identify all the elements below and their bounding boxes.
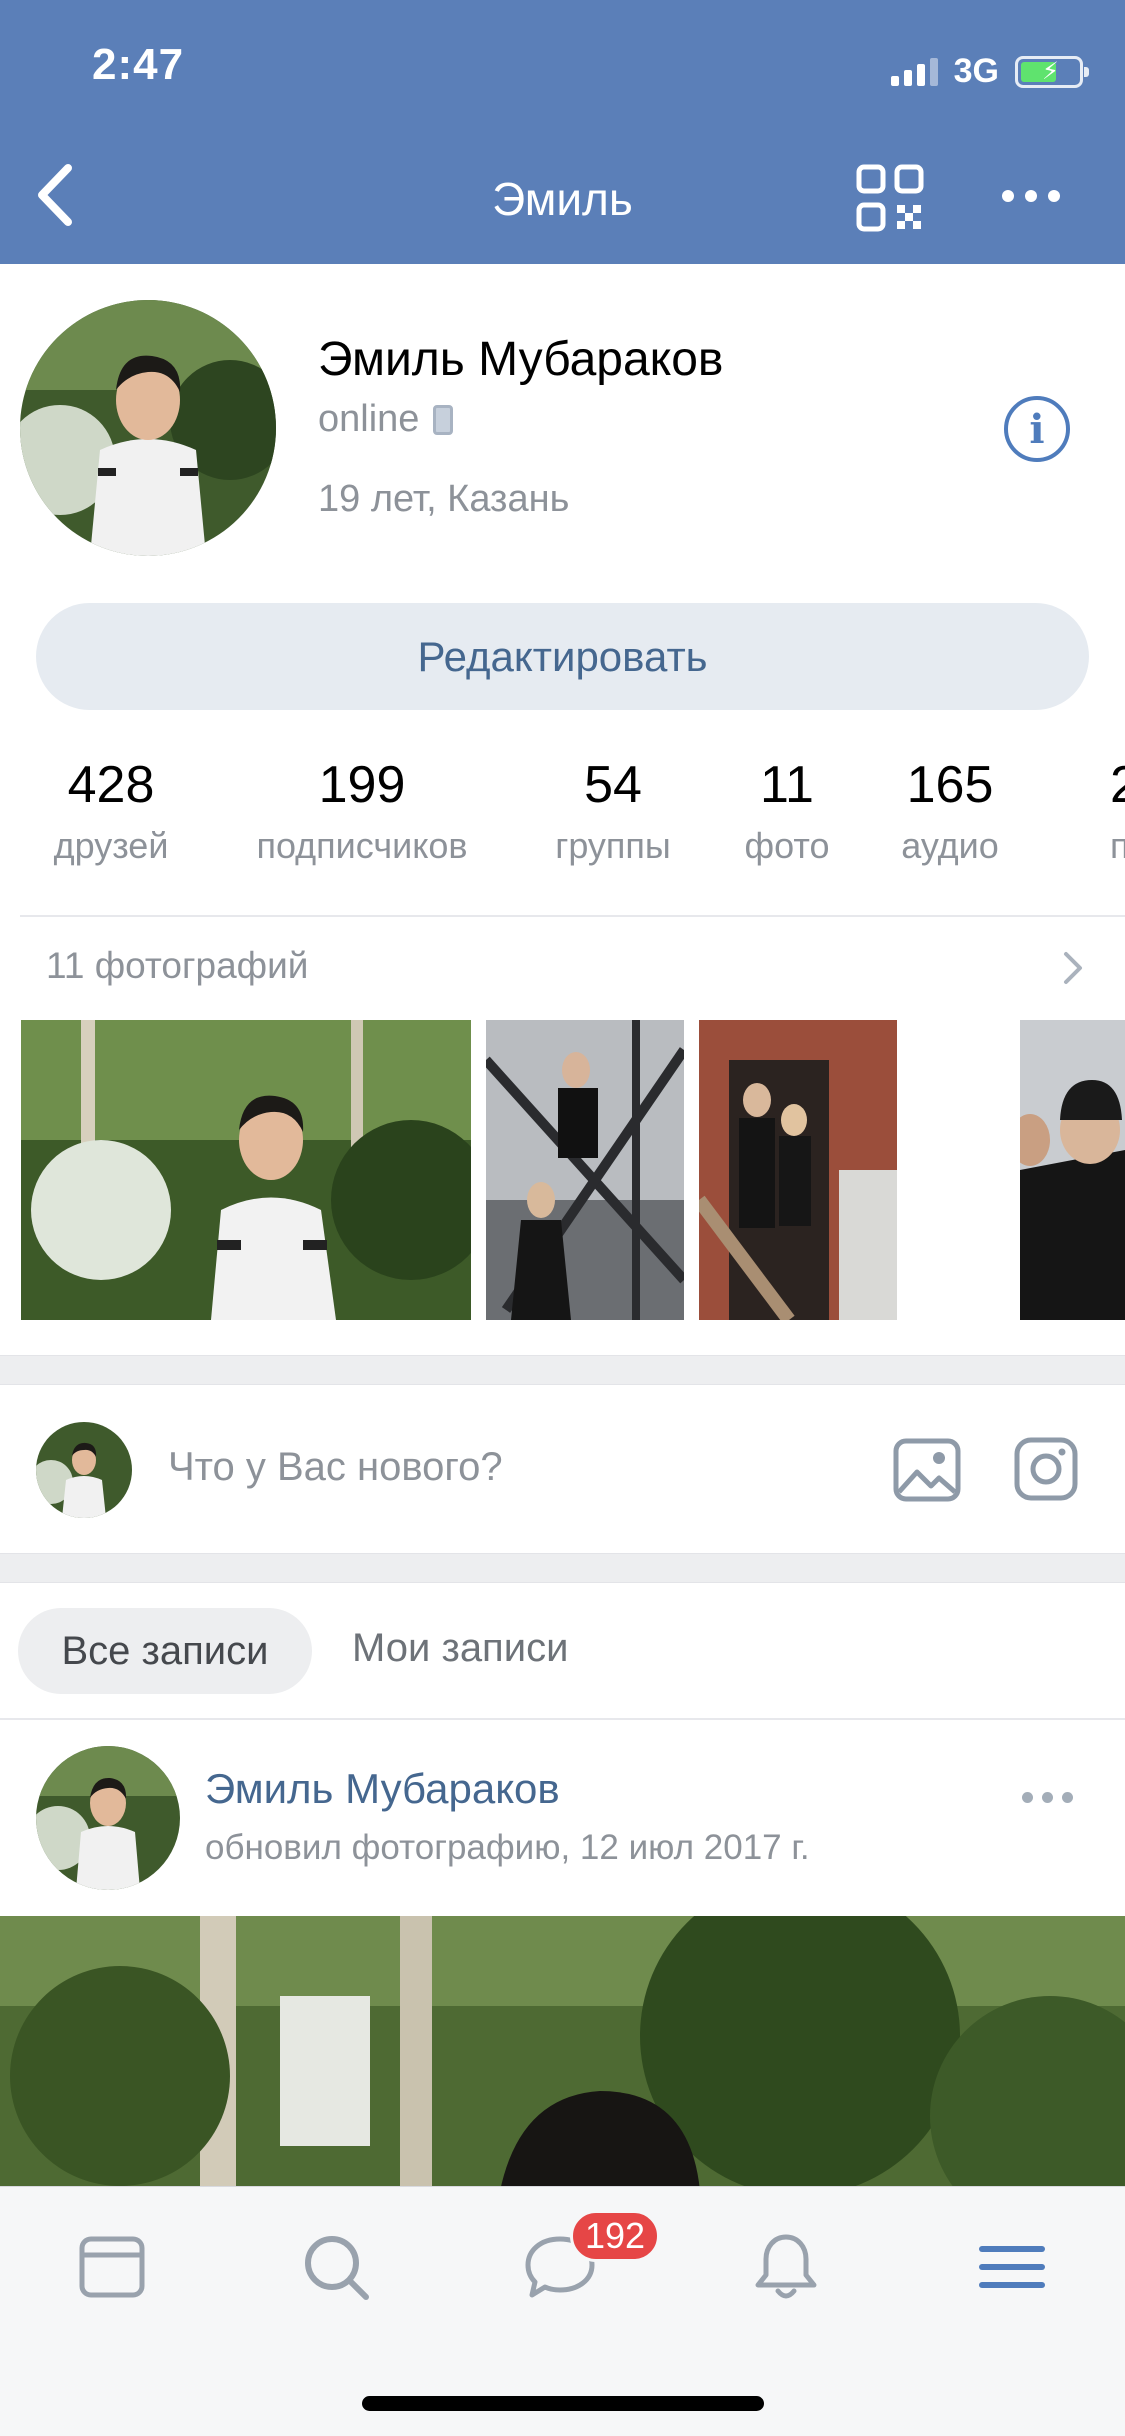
counter-followers[interactable]: 199 подписчиков [256, 755, 467, 867]
counter-label: группы [555, 825, 671, 866]
post-author-avatar[interactable] [36, 1746, 180, 1890]
news-icon[interactable] [72, 2227, 152, 2307]
post-author-name[interactable]: Эмиль Мубараков [205, 1765, 560, 1813]
more-icon[interactable] [1002, 190, 1060, 202]
composer-avatar [36, 1422, 132, 1518]
photo-thumbnail[interactable] [486, 1020, 684, 1320]
new-post-input[interactable]: Что у Вас нового? [168, 1445, 503, 1490]
counter-groups[interactable]: 54 группы [555, 755, 671, 867]
search-icon[interactable] [296, 2227, 376, 2307]
menu-icon[interactable] [972, 2227, 1052, 2307]
counter-label: подписчиков [256, 825, 468, 866]
photo-thumbnail[interactable] [21, 1020, 471, 1320]
counter-subscriptions[interactable]: 2 под [1110, 755, 1125, 867]
counter-label: фото [744, 825, 830, 866]
edit-profile-button[interactable]: Редактировать [36, 603, 1089, 710]
page-title: Эмиль [492, 173, 633, 225]
counter-label: под [1110, 825, 1125, 866]
profile-name: Эмиль Мубараков [318, 333, 724, 386]
photo-icon[interactable] [893, 1438, 961, 1502]
top-bar: 2:47 3G ⚡ Эмиль [0, 0, 1125, 264]
online-status: online [318, 398, 454, 441]
counter-value: 199 [318, 756, 406, 814]
tab-all-posts[interactable]: Все записи [18, 1608, 312, 1694]
profile-details: 19 лет, Казань [318, 478, 570, 520]
chevron-right-icon[interactable] [1058, 946, 1088, 990]
profile-counters: 428 друзей 199 подписчиков 54 группы 11 … [0, 755, 1125, 875]
home-indicator[interactable] [362, 2396, 764, 2411]
counter-value: 11 [760, 756, 814, 814]
counter-label: друзей [53, 825, 169, 866]
status-time: 2:47 [92, 40, 185, 89]
online-status-text: online [318, 398, 420, 440]
qr-code-icon[interactable] [855, 163, 925, 233]
section-separator [0, 1355, 1125, 1385]
post-photo[interactable] [0, 1916, 1125, 2191]
instagram-icon[interactable] [1014, 1437, 1078, 1501]
counter-friends[interactable]: 428 друзей [54, 755, 169, 867]
photo-thumbnail[interactable] [1020, 1020, 1125, 1320]
divider [0, 1718, 1125, 1720]
counter-value: 428 [67, 756, 155, 814]
status-indicators: 3G ⚡ [890, 52, 1089, 91]
battery-icon: ⚡ [1015, 55, 1089, 88]
network-type: 3G [953, 52, 999, 90]
divider [20, 915, 1125, 917]
counter-audio[interactable]: 165 аудио [901, 755, 999, 867]
signal-icon [890, 57, 938, 86]
counter-value: 54 [584, 756, 642, 814]
photos-section-title[interactable]: 11 фотографий [46, 945, 308, 987]
bell-icon[interactable] [746, 2227, 826, 2307]
counter-value: 165 [906, 756, 994, 814]
mobile-icon [433, 404, 454, 435]
photo-thumbnail[interactable] [699, 1020, 897, 1320]
info-icon[interactable]: i [1004, 396, 1070, 462]
counter-value: 2 [1110, 756, 1125, 814]
section-separator [0, 1553, 1125, 1583]
tab-my-posts[interactable]: Мои записи [352, 1626, 568, 1671]
messages-badge: 192 [570, 2210, 661, 2262]
counter-photos[interactable]: 11 фото [745, 755, 830, 867]
post-subtitle: обновил фотографию, 12 июл 2017 г. [205, 1828, 810, 1867]
counter-label: аудио [901, 825, 999, 866]
profile-avatar[interactable] [20, 300, 276, 556]
post-more-icon[interactable] [1022, 1792, 1073, 1803]
